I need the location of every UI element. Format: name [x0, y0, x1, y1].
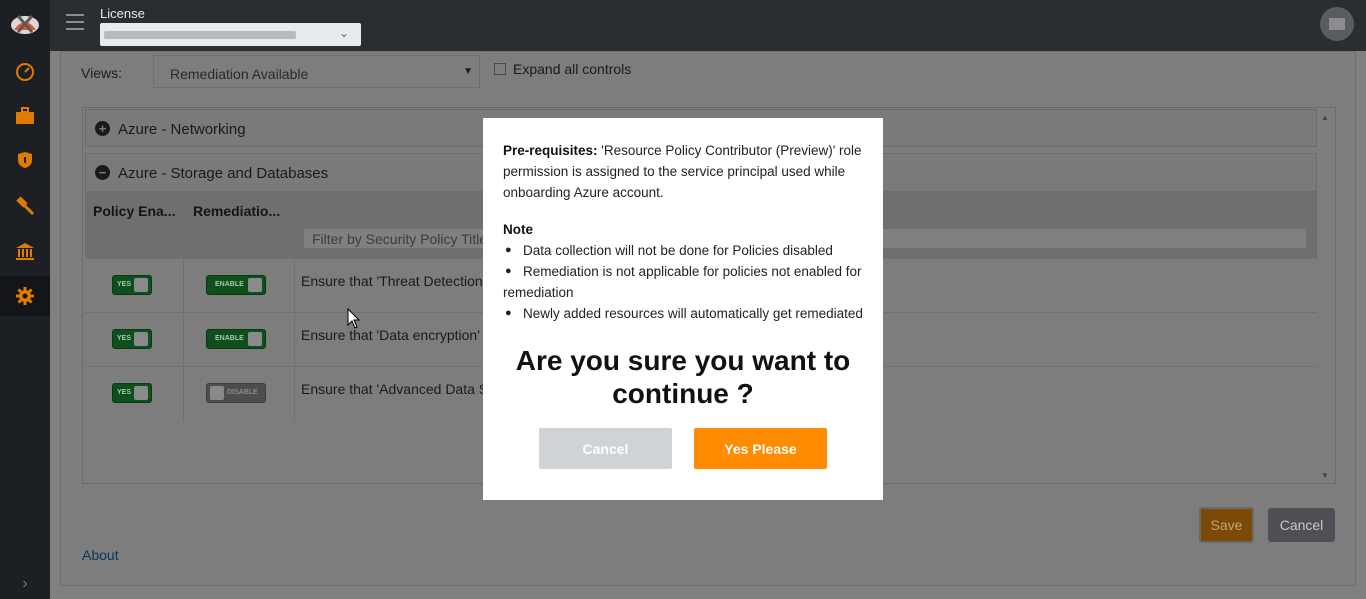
- remediation-toggle[interactable]: ENABLE: [206, 329, 266, 349]
- prerequisites-text: Pre-requisites: 'Resource Policy Contrib…: [503, 143, 862, 200]
- nav-compliance[interactable]: [0, 186, 50, 226]
- views-label: Views:: [81, 65, 122, 81]
- filter-placeholder: Filter by Security Policy Title: [312, 231, 488, 247]
- expand-all-label: Expand all controls: [513, 61, 632, 77]
- top-bar: License ⌄: [50, 0, 1366, 51]
- column-header-remediation[interactable]: Remediatio...: [193, 203, 280, 219]
- confirm-dialog: Pre-requisites: 'Resource Policy Contrib…: [483, 118, 883, 500]
- sidebar: ›: [0, 0, 50, 599]
- confirm-question: Are you sure you want to continue ?: [515, 345, 851, 409]
- nav-briefcase[interactable]: [0, 96, 50, 136]
- nav-governance[interactable]: [0, 231, 50, 271]
- prerequisites-label: Pre-requisites:: [503, 143, 598, 158]
- note-heading: Note: [503, 222, 533, 237]
- policy-title: Ensure that 'Data encryption': [301, 327, 480, 343]
- hamburger-menu-icon[interactable]: [66, 14, 84, 30]
- views-select-value: Remediation Available: [170, 66, 309, 82]
- license-select-value: [104, 31, 296, 39]
- about-link[interactable]: About: [82, 547, 119, 563]
- bank-icon: [16, 243, 34, 260]
- plus-circle-icon: +: [95, 121, 110, 136]
- policy-title: Ensure that 'Advanced Data Se: [301, 381, 496, 397]
- save-button[interactable]: Save: [1199, 507, 1254, 543]
- gear-icon: [16, 287, 34, 305]
- dialog-body: Pre-requisites: 'Resource Policy Contrib…: [503, 140, 863, 324]
- expand-all-checkbox[interactable]: [494, 63, 506, 75]
- list-item: ● Remediation is not applicable for polic…: [503, 261, 863, 303]
- nav-security[interactable]: [0, 140, 50, 180]
- briefcase-icon: [16, 107, 34, 124]
- expand-all-controls[interactable]: Expand all controls: [494, 61, 631, 77]
- policy-enabled-toggle[interactable]: YES: [112, 329, 152, 349]
- mouse-cursor-icon: [347, 308, 361, 329]
- sidebar-expand-button[interactable]: ›: [0, 569, 50, 599]
- gavel-icon: [16, 196, 35, 216]
- nav-dashboard[interactable]: [0, 52, 50, 92]
- remediation-toggle[interactable]: DISABLE: [206, 383, 266, 403]
- license-label: License: [100, 6, 145, 21]
- minus-circle-icon: −: [95, 165, 110, 180]
- policy-enabled-toggle[interactable]: YES: [112, 383, 152, 403]
- speedometer-icon: [16, 63, 34, 81]
- views-select[interactable]: Remediation Available ▼: [153, 55, 480, 88]
- section-title: Azure - Storage and Databases: [118, 165, 329, 182]
- dialog-confirm-button[interactable]: Yes Please: [694, 428, 827, 469]
- vertical-scrollbar[interactable]: ▲ ▼: [1319, 110, 1333, 482]
- policy-title: Ensure that 'Threat Detection: [301, 273, 483, 289]
- bullet-icon: ●: [505, 265, 512, 277]
- chevron-down-icon: ⌄: [338, 26, 349, 40]
- bullet-icon: ●: [505, 307, 512, 319]
- section-title: Azure - Networking: [118, 121, 246, 138]
- column-header-policy[interactable]: Policy Ena...: [93, 203, 175, 219]
- caret-down-icon: ▼: [463, 66, 473, 77]
- dialog-cancel-button[interactable]: Cancel: [539, 428, 672, 469]
- remediation-toggle[interactable]: ENABLE: [206, 275, 266, 295]
- bullet-icon: ●: [505, 244, 512, 256]
- policy-enabled-toggle[interactable]: YES: [112, 275, 152, 295]
- scroll-up-icon[interactable]: ▲: [1321, 113, 1329, 122]
- shield-icon: [18, 152, 32, 168]
- note-list: ● Data collection will not be done for Po…: [503, 240, 863, 324]
- scroll-down-icon[interactable]: ▼: [1321, 471, 1329, 480]
- app-logo[interactable]: [9, 10, 41, 36]
- list-item: ● Data collection will not be done for Po…: [503, 240, 863, 261]
- cancel-button[interactable]: Cancel: [1268, 508, 1335, 542]
- list-item: ● Newly added resources will automaticall…: [503, 303, 863, 324]
- license-select[interactable]: ⌄: [100, 23, 361, 46]
- chevron-right-icon: ›: [22, 575, 28, 592]
- user-avatar[interactable]: [1320, 7, 1354, 41]
- nav-settings[interactable]: [0, 276, 50, 316]
